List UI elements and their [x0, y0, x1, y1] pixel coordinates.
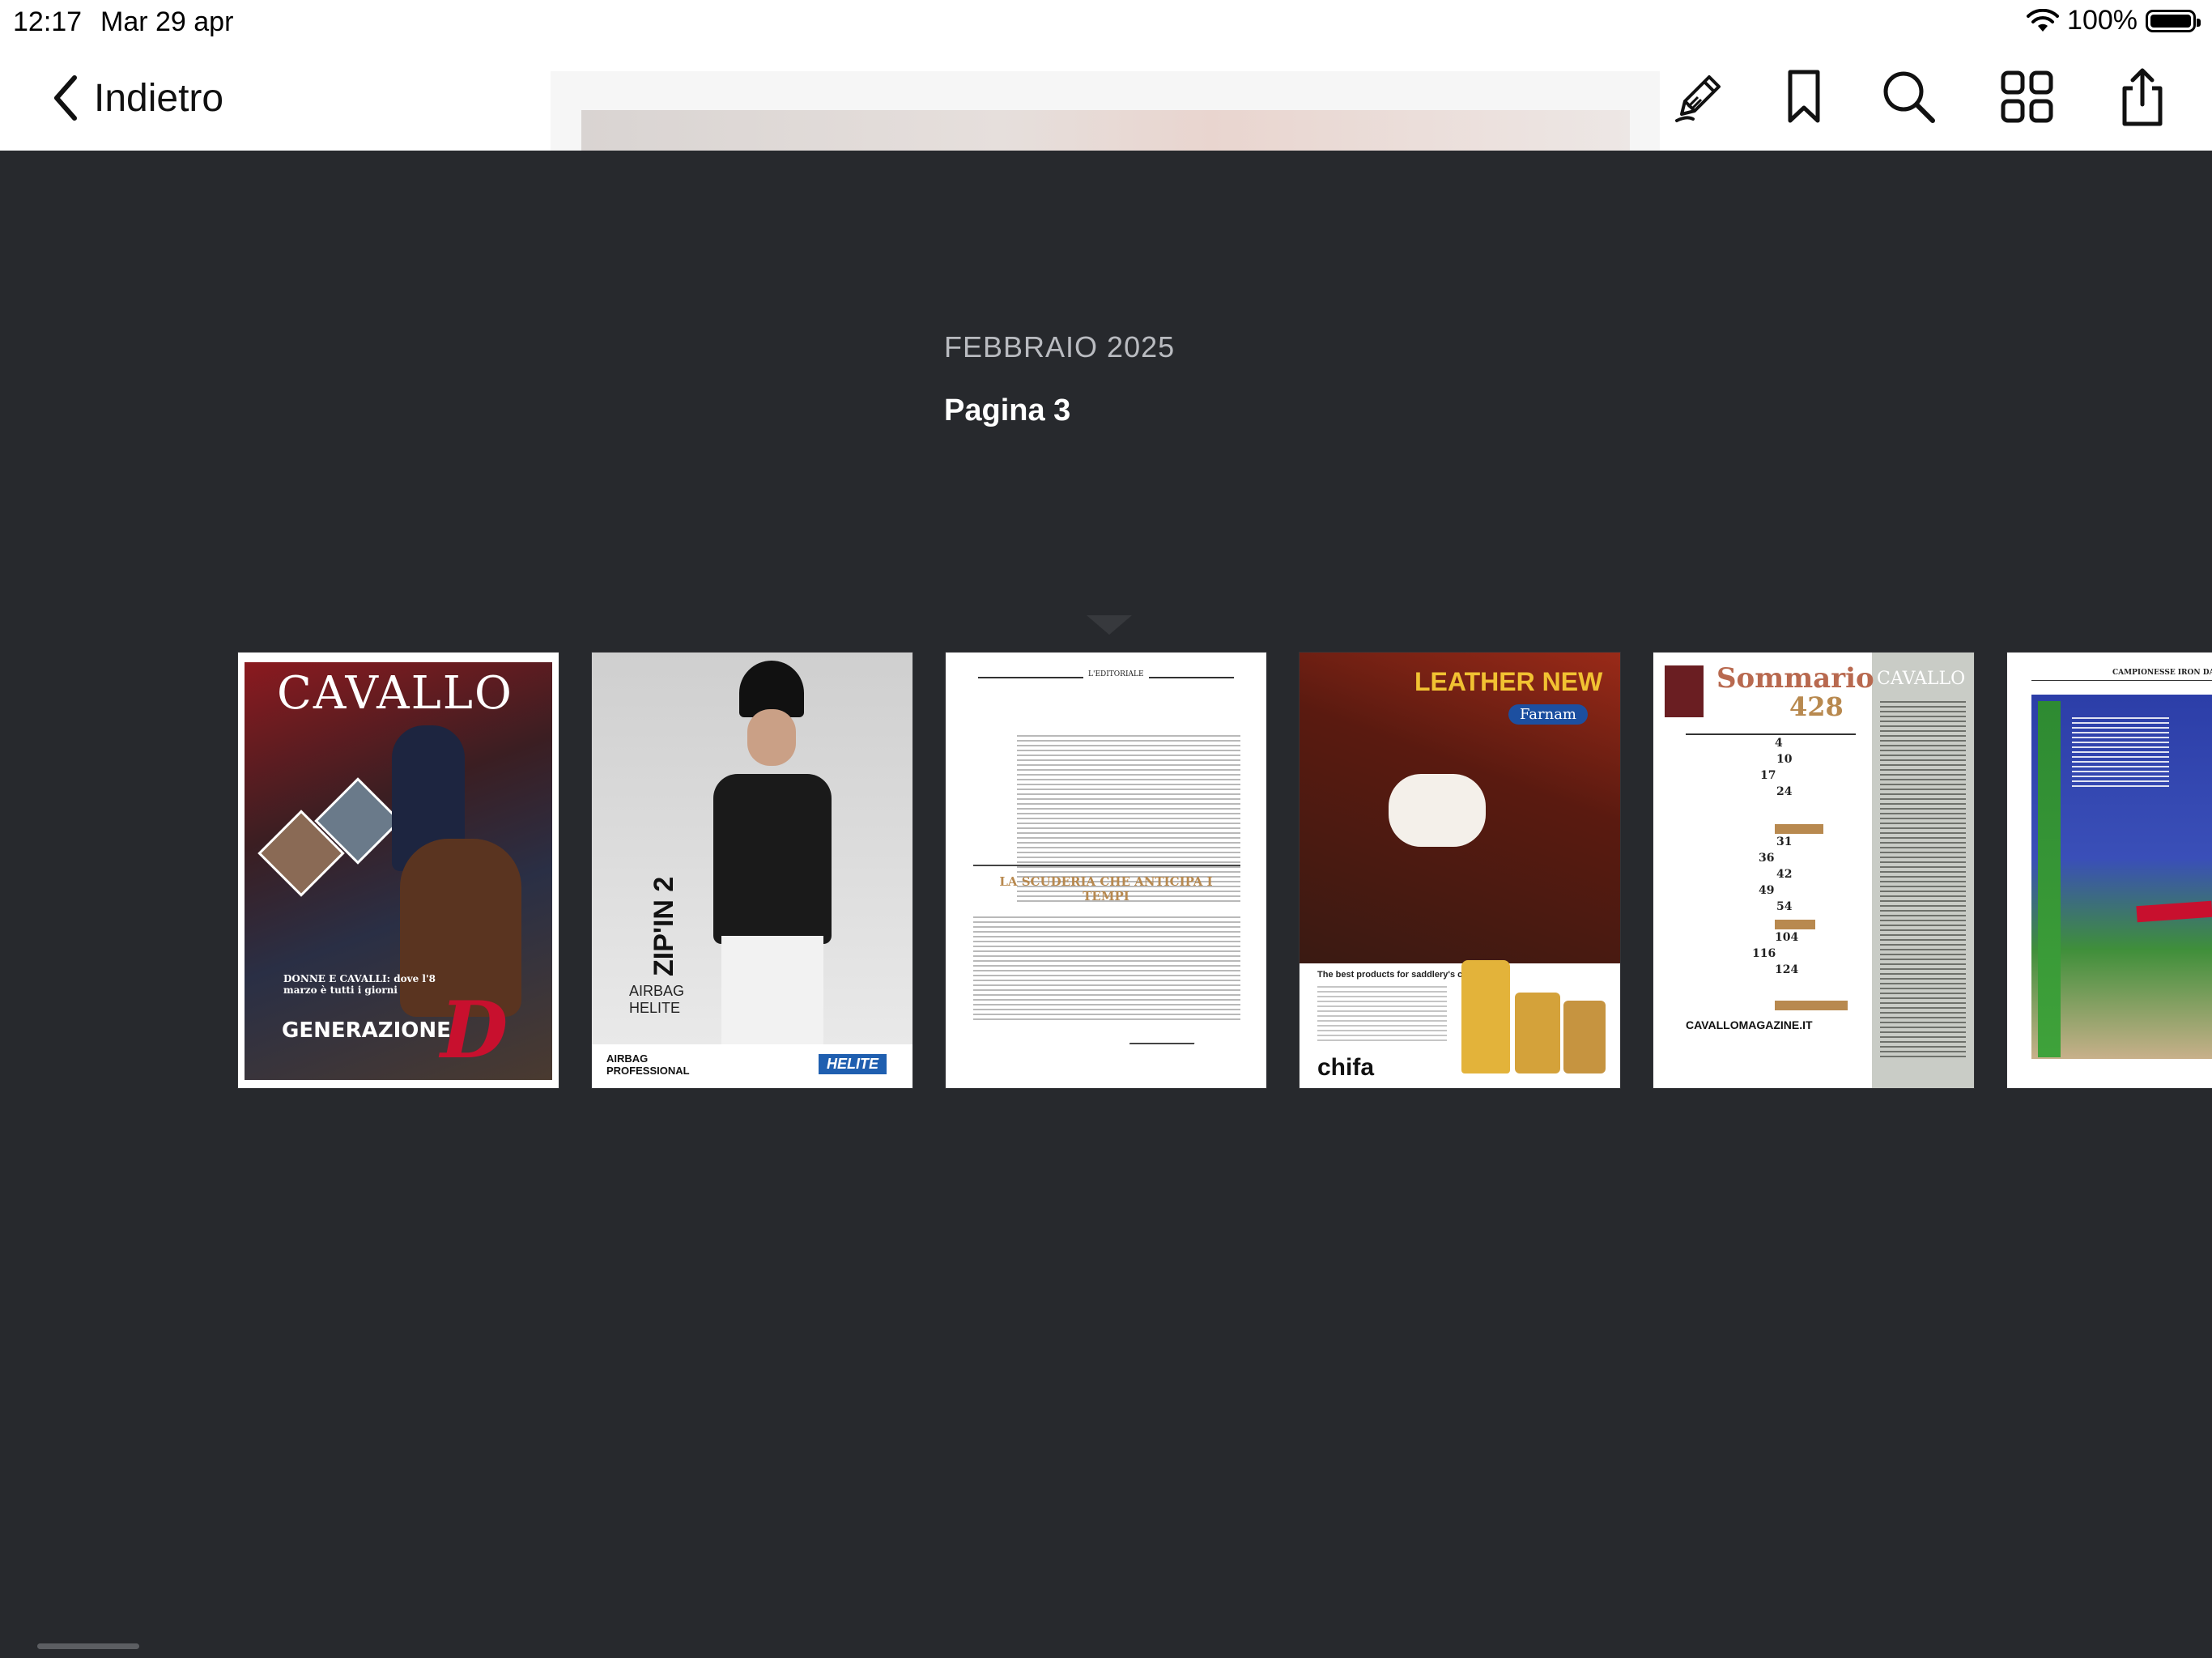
contents-masthead: CAVALLO	[1877, 669, 1966, 689]
bookmark-button[interactable]	[1772, 65, 1836, 130]
issue-info-panel: FEBBRAIO 2025 Pagina 3	[0, 151, 2212, 615]
cover-line: DONNE E CAVALLI: dove l'8 marzo è tutti …	[283, 973, 436, 996]
page-header: CAMPIONESSE IRON DAMES	[2112, 669, 2212, 677]
editorial-signature	[1129, 1030, 1200, 1044]
ad-product-bottle	[1515, 993, 1560, 1073]
ad-vest	[713, 774, 832, 944]
contents-issue-number: 428	[1789, 691, 1844, 722]
page-photo-hedge	[2038, 701, 2061, 1057]
chevron-left-icon	[54, 75, 77, 121]
current-page-pointer	[1087, 615, 1132, 635]
page-thumbnail-leather-ad[interactable]: LEATHER NEW Farnam The best products for…	[1300, 653, 1620, 1088]
ad-distributor: chifa	[1317, 1054, 1375, 1081]
ad-headline: LEATHER NEW	[1414, 667, 1603, 696]
ad-product-bottle	[1461, 960, 1510, 1073]
contents-title: Sommario	[1716, 662, 1874, 695]
page-thumbnail-iron-dames[interactable]: CAMPIONESSE IRON DAMES	[2007, 653, 2212, 1088]
toc-page-number: 54	[1776, 900, 1793, 913]
battery-percent: 100%	[2067, 5, 2138, 36]
toc-page-number: 17	[1760, 769, 1776, 782]
editorial-body-text-2	[973, 916, 1240, 1022]
battery-icon	[2146, 9, 2201, 32]
page-thumbnail-cover[interactable]: CAVALLO DONNE E CAVALLI: dove l'8 marzo …	[238, 653, 559, 1088]
cover-masthead: CAVALLO	[277, 667, 513, 720]
ad-trousers	[721, 936, 823, 1057]
toc-page-number: 10	[1776, 753, 1793, 766]
status-time: 12:17	[13, 6, 83, 37]
toc-page-number: 31	[1776, 835, 1793, 848]
search-button[interactable]	[1877, 65, 1942, 130]
back-button[interactable]: Indietro	[52, 70, 223, 126]
toc-page-number: 4	[1775, 737, 1783, 750]
grid-view-icon	[2001, 70, 2053, 123]
annotate-button[interactable]	[1666, 65, 1731, 130]
toc-page-number: 36	[1759, 852, 1775, 865]
search-icon	[1883, 71, 1935, 123]
navigation-bar: Indietro	[0, 44, 2212, 151]
toc-section-label	[1775, 824, 1823, 834]
page-thumbnail-editorial[interactable]: L'EDITORIALE LA SCUDERIA CHE ANTICIPA I …	[946, 653, 1266, 1088]
ad-footer-right: HELITE	[819, 1054, 887, 1074]
toc-page-number: 116	[1752, 947, 1776, 960]
contents-credits-text	[1880, 701, 1966, 1057]
page-preview-image	[581, 110, 1630, 151]
toc-page-number: 124	[1775, 963, 1799, 976]
toc-page-number: 104	[1775, 931, 1799, 944]
current-page-label: Pagina 3	[944, 393, 1071, 427]
ad-brand: AIRBAG HELITE	[629, 983, 685, 1016]
toc-social-label	[1775, 1001, 1848, 1010]
toc-section-label	[1775, 920, 1815, 929]
issue-date: FEBBRAIO 2025	[944, 330, 1176, 363]
page-preview-strip	[551, 71, 1660, 151]
page-thumbnail-contents[interactable]: Sommario 428 CAVALLO 4 10 17 24 31 36 42…	[1653, 653, 1974, 1088]
ad-footer-left: AIRBAG PROFESSIONAL	[606, 1052, 690, 1077]
cover-title: GENERAZIONE	[282, 1018, 451, 1043]
ad-body-text	[1317, 986, 1447, 1043]
grid-view-button[interactable]	[1995, 65, 2060, 130]
contents-cover-mini	[1665, 665, 1704, 717]
cover-big-letter: D	[440, 984, 508, 1076]
contents-site: CAVALLOMAGAZINE.IT	[1686, 1018, 1813, 1031]
ad-brand-badge: Farnam	[1508, 704, 1588, 725]
ad-face	[747, 709, 796, 766]
bookmark-icon	[1788, 70, 1820, 123]
ad-product-name: ZIP'IN 2	[649, 876, 679, 976]
page-photo-caption	[2072, 717, 2169, 790]
wifi-icon	[2027, 8, 2060, 32]
editorial-headline: LA SCUDERIA CHE ANTICIPA I TEMPI	[999, 874, 1213, 903]
status-bar: 12:17 Mar 29 apr 100%	[0, 0, 2212, 44]
ad-tagline: The best products for saddlery's care	[1317, 970, 1476, 980]
back-label: Indietro	[94, 76, 224, 120]
status-date: Mar 29 apr	[100, 6, 234, 37]
share-button[interactable]	[2110, 65, 2175, 130]
toc-page-number: 42	[1776, 868, 1793, 881]
toc-page-number: 49	[1759, 884, 1775, 897]
toc-page-number: 24	[1776, 785, 1793, 798]
editorial-section: L'EDITORIALE	[1083, 670, 1149, 678]
share-icon	[2122, 68, 2163, 126]
annotate-pen-icon	[1675, 75, 1721, 122]
page-thumbnail-airbag-ad[interactable]: ZIP'IN 2 AIRBAG HELITE AIRBAG PROFESSION…	[592, 653, 912, 1088]
ad-product-jar	[1563, 1001, 1606, 1073]
status-right: 100%	[2027, 5, 2201, 36]
home-indicator[interactable]	[37, 1643, 139, 1649]
ad-cloth	[1389, 774, 1486, 847]
